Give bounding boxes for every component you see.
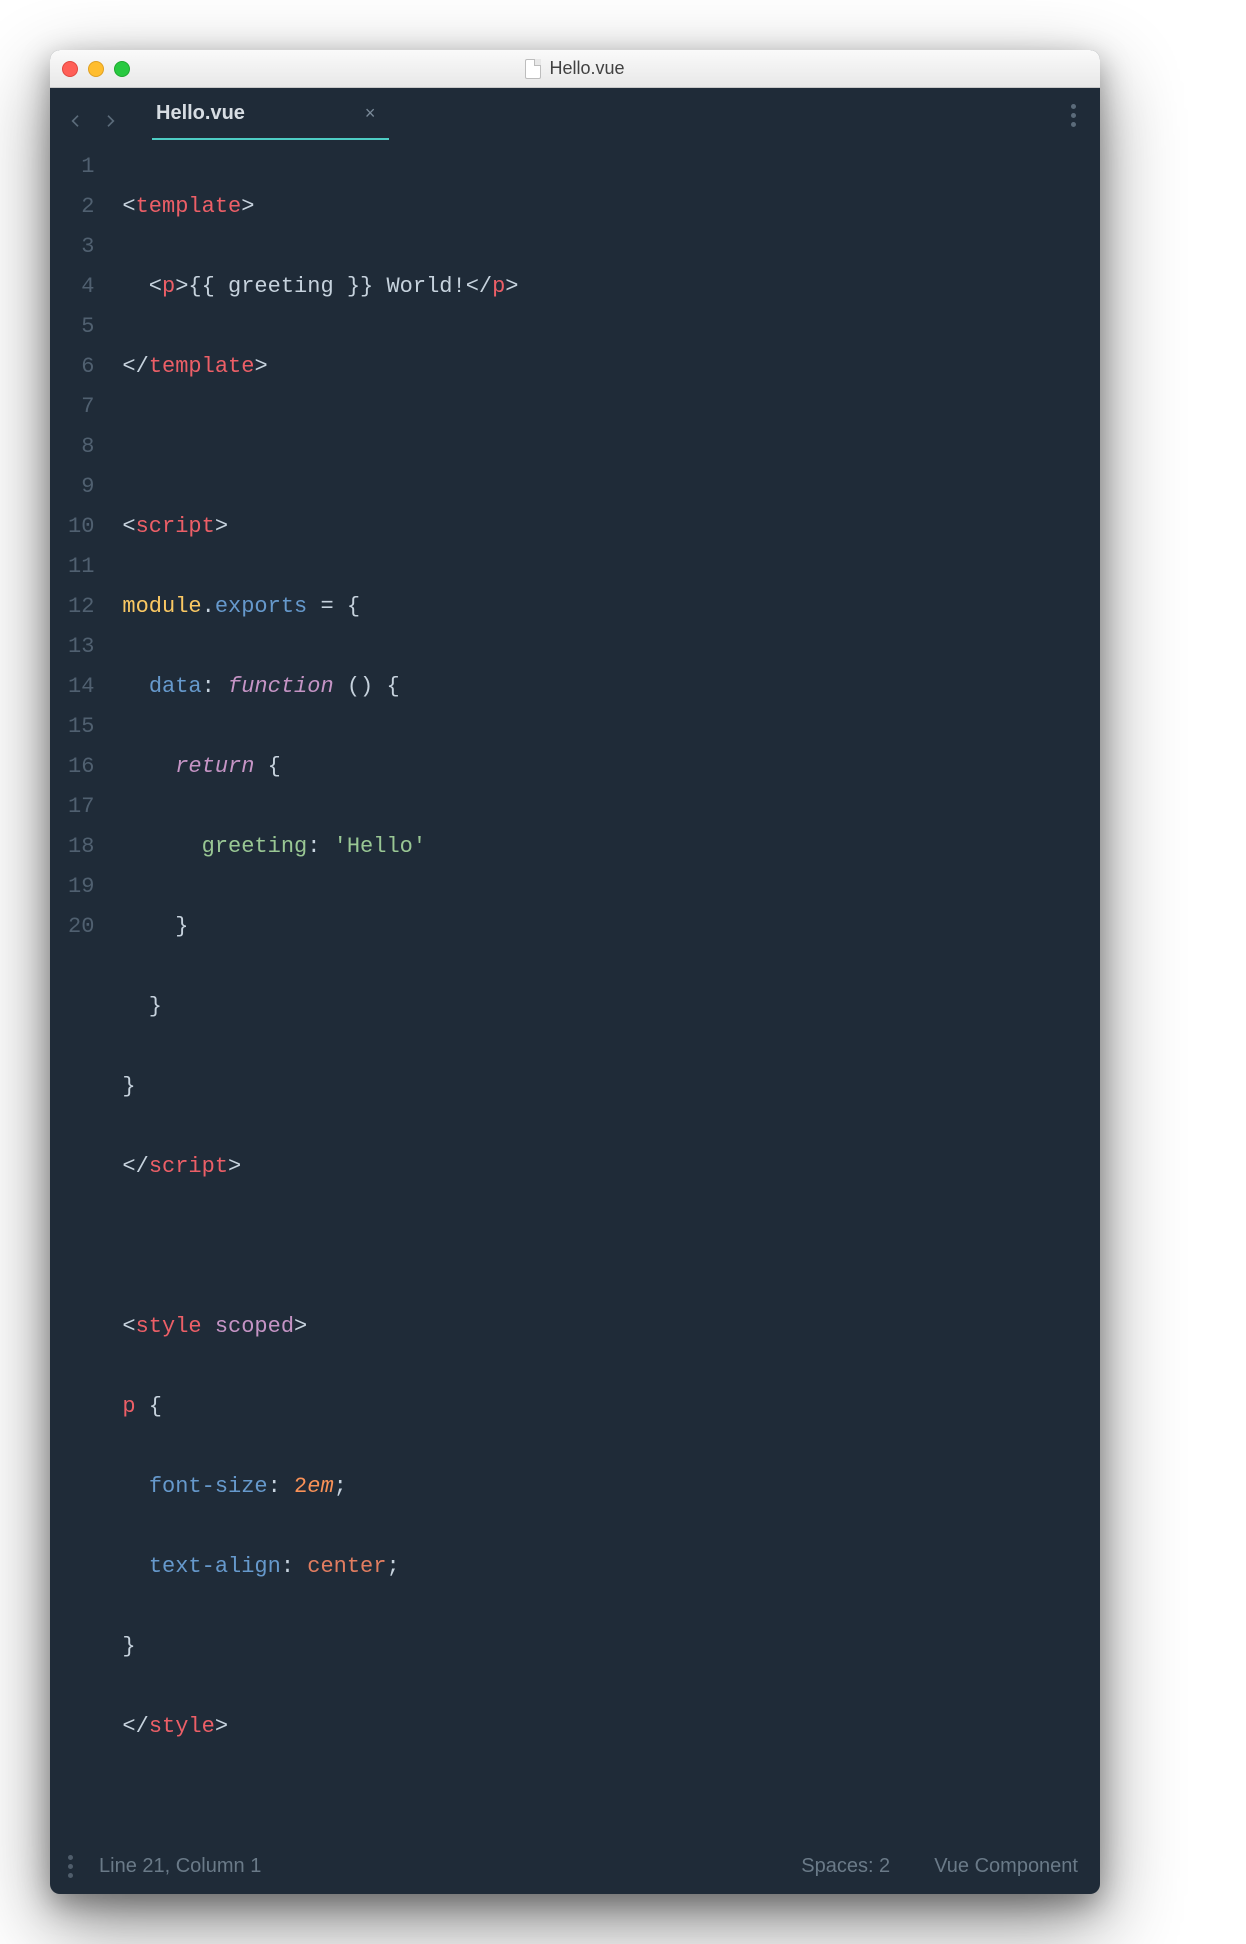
line-number: 6	[68, 347, 94, 387]
close-tab-icon[interactable]: ×	[365, 103, 376, 124]
statusbar-menu-icon[interactable]	[68, 1855, 73, 1878]
titlebar: Hello.vue	[50, 50, 1100, 88]
file-icon	[525, 59, 541, 79]
line-number: 13	[68, 627, 94, 667]
window-controls	[62, 61, 130, 77]
statusbar: Line 21, Column 1 Spaces: 2 Vue Componen…	[50, 1845, 1100, 1894]
tab-label: Hello.vue	[156, 102, 245, 125]
line-number: 5	[68, 307, 94, 347]
line-number: 19	[68, 867, 94, 907]
line-number: 9	[68, 467, 94, 507]
nav-back-icon[interactable]	[68, 113, 84, 129]
zoom-window-button[interactable]	[114, 61, 130, 77]
editor-window: Hello.vue Hello.vue × 1 2 3 4 5	[50, 50, 1100, 1894]
line-number: 12	[68, 587, 94, 627]
line-number: 17	[68, 787, 94, 827]
close-window-button[interactable]	[62, 61, 78, 77]
line-number: 15	[68, 707, 94, 747]
line-number: 4	[68, 267, 94, 307]
line-number: 11	[68, 547, 94, 587]
line-number: 20	[68, 907, 94, 947]
code-content[interactable]: <template> <p>{{ greeting }} World!</p> …	[122, 147, 1082, 1827]
nav-forward-icon[interactable]	[102, 113, 118, 129]
cursor-position[interactable]: Line 21, Column 1	[99, 1855, 261, 1878]
minimize-window-button[interactable]	[88, 61, 104, 77]
tab-hello-vue[interactable]: Hello.vue ×	[156, 102, 375, 139]
line-number: 1	[68, 147, 94, 187]
tabbar-menu-icon[interactable]	[1071, 104, 1082, 137]
line-number: 14	[68, 667, 94, 707]
code-editor[interactable]: 1 2 3 4 5 6 7 8 9 10 11 12 13 14 15 16 1…	[50, 139, 1100, 1845]
window-title-group: Hello.vue	[50, 58, 1100, 79]
line-number: 16	[68, 747, 94, 787]
line-gutter: 1 2 3 4 5 6 7 8 9 10 11 12 13 14 15 16 1…	[68, 147, 122, 1827]
line-number: 8	[68, 427, 94, 467]
line-number: 2	[68, 187, 94, 227]
language-mode[interactable]: Vue Component	[934, 1855, 1078, 1878]
tabbar: Hello.vue ×	[50, 88, 1100, 139]
line-number: 18	[68, 827, 94, 867]
line-number: 7	[68, 387, 94, 427]
line-number: 3	[68, 227, 94, 267]
window-title: Hello.vue	[549, 58, 624, 79]
line-number: 10	[68, 507, 94, 547]
indent-setting[interactable]: Spaces: 2	[801, 1855, 890, 1878]
tab-active-indicator	[152, 138, 389, 140]
